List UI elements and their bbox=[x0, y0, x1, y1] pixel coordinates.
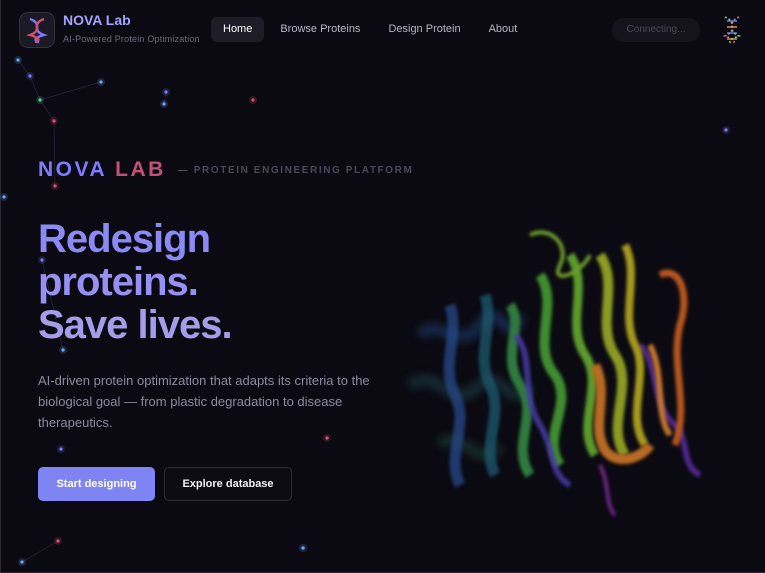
headline-line-1: Redesign bbox=[38, 217, 211, 261]
eyebrow-nova: NOVA bbox=[38, 158, 108, 181]
particle-dot bbox=[59, 447, 63, 451]
particle-dot bbox=[20, 560, 24, 564]
protein-structure-illustration bbox=[406, 230, 702, 517]
nav-design-protein[interactable]: Design Protein bbox=[376, 17, 472, 42]
hero-description: AI-driven protein optimization that adap… bbox=[38, 373, 370, 430]
dna-logo-icon bbox=[26, 17, 48, 43]
particle-dot bbox=[99, 80, 103, 84]
start-designing-button[interactable]: Start designing bbox=[38, 467, 155, 501]
connection-status: Connecting... bbox=[612, 18, 700, 42]
eyebrow-tagline: — PROTEIN ENGINEERING PLATFORM bbox=[177, 164, 414, 176]
headline-line-2: proteins. bbox=[38, 260, 199, 304]
particle-dot bbox=[301, 546, 305, 550]
particle-dot bbox=[38, 98, 42, 102]
particle-dot bbox=[2, 195, 6, 199]
eyebrow-lab: LAB bbox=[115, 158, 166, 181]
particle-dot bbox=[56, 539, 60, 543]
brand-tagline: AI-Powered Protein Optimization bbox=[63, 34, 200, 44]
nav-home[interactable]: Home bbox=[211, 17, 265, 42]
particle-dot bbox=[325, 436, 329, 440]
particle-link bbox=[39, 81, 102, 101]
particle-dot bbox=[724, 128, 728, 132]
particle-dot bbox=[251, 98, 255, 102]
logo[interactable] bbox=[19, 12, 55, 48]
hero-headline: Redesign proteins. Save lives. bbox=[38, 217, 233, 347]
particle-dot bbox=[61, 348, 65, 352]
brand-name: NOVA Lab bbox=[63, 12, 131, 28]
nav-about[interactable]: About bbox=[477, 17, 530, 42]
explore-database-button[interactable]: Explore database bbox=[164, 467, 292, 501]
nav-browse-proteins[interactable]: Browse Proteins bbox=[268, 17, 372, 42]
hero-eyebrow: NOVA LAB — PROTEIN ENGINEERING PLATFORM bbox=[38, 158, 413, 182]
particle-link bbox=[21, 540, 59, 563]
top-header: NOVA Lab AI-Powered Protein Optimization… bbox=[0, 0, 765, 60]
particle-dot bbox=[52, 119, 56, 123]
particle-dot bbox=[28, 74, 32, 78]
dna-helix-icon[interactable] bbox=[721, 16, 743, 44]
particle-dot bbox=[164, 90, 168, 94]
particle-dot bbox=[162, 102, 166, 106]
main-nav: Home Browse Proteins Design Protein Abou… bbox=[211, 17, 529, 42]
headline-line-3: Save lives. bbox=[38, 303, 233, 347]
particle-dot bbox=[53, 184, 57, 188]
